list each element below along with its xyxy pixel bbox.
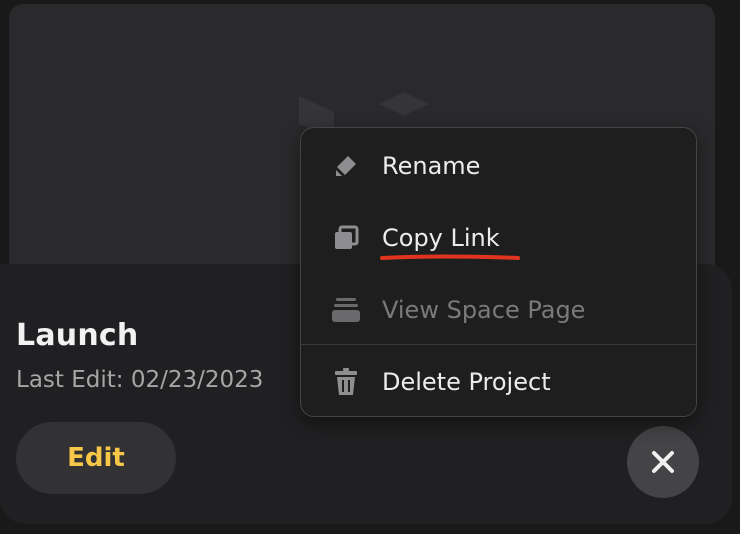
last-edit-text: Last Edit: 02/23/2023 [16, 367, 264, 393]
menu-divider [301, 344, 696, 345]
stack-icon [329, 293, 363, 327]
close-icon [652, 451, 674, 473]
menu-item-delete-project[interactable]: Delete Project [301, 346, 696, 418]
pencil-icon [329, 149, 363, 183]
project-title: Launch [16, 318, 139, 353]
menu-item-copy-link[interactable]: Copy Link [301, 202, 696, 274]
annotation-underline [380, 254, 520, 260]
close-menu-button[interactable] [627, 426, 699, 498]
menu-item-view-space-page[interactable]: View Space Page [301, 274, 696, 346]
menu-item-label: Copy Link [382, 224, 500, 252]
menu-item-rename[interactable]: Rename [301, 130, 696, 202]
trash-icon [329, 365, 363, 399]
copy-icon [329, 221, 363, 255]
menu-item-label: View Space Page [382, 296, 586, 324]
menu-item-label: Delete Project [382, 368, 551, 396]
edit-button[interactable]: Edit [16, 422, 176, 494]
project-context-menu: Rename Copy Link View Space Page Delete … [300, 127, 697, 417]
edit-button-label: Edit [67, 443, 125, 473]
menu-item-label: Rename [382, 152, 481, 180]
